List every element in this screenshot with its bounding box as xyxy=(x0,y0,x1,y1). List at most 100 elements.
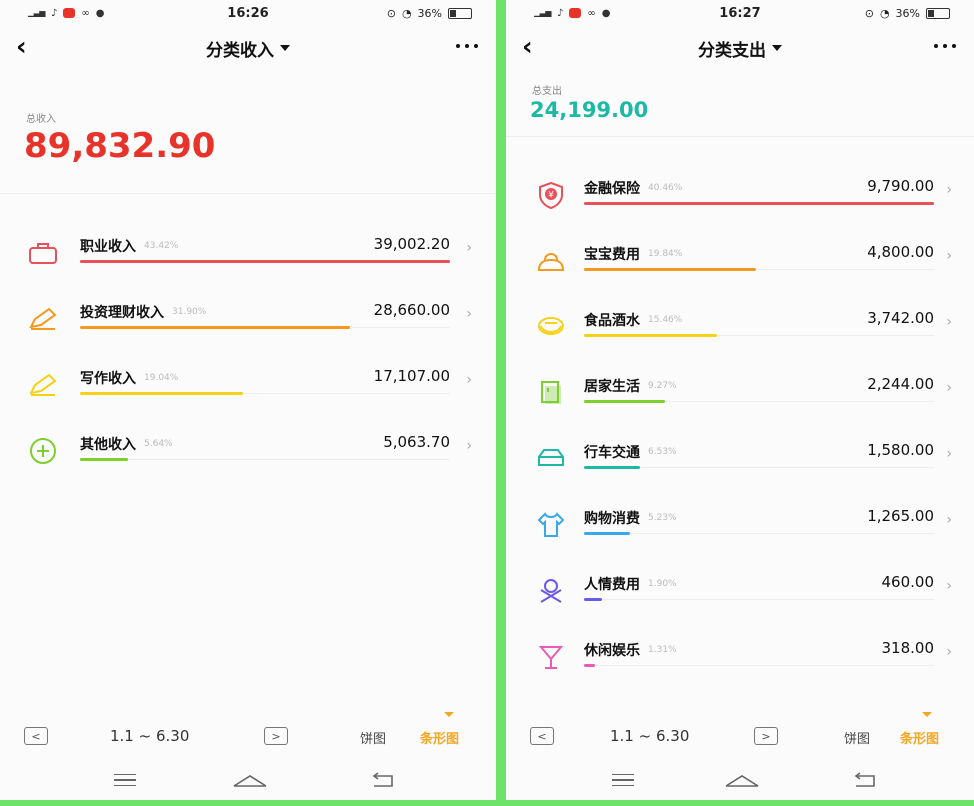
car-icon xyxy=(534,442,568,476)
category-amount: 318.00 xyxy=(881,639,935,657)
app-notification-icon xyxy=(63,8,76,18)
total-label: 总收入 xyxy=(26,114,56,125)
chevron-right-icon: › xyxy=(466,438,472,454)
category-name: 休闲娱乐 xyxy=(584,643,640,659)
chevron-right-icon: › xyxy=(466,372,472,388)
chevron-right-icon: › xyxy=(946,314,952,330)
shirt-icon xyxy=(534,508,568,542)
menu-icon[interactable] xyxy=(612,773,634,787)
category-amount: 28,660.00 xyxy=(373,301,450,319)
category-percent: 6.53% xyxy=(648,447,677,457)
category-amount: 1,580.00 xyxy=(867,441,934,459)
app-notification-icon xyxy=(569,8,582,18)
category-row[interactable]: 居家生活 9.27% 2,244.00 › xyxy=(506,366,974,432)
category-name: 宝宝费用 xyxy=(584,247,640,263)
category-percent: 19.04% xyxy=(144,373,179,383)
status-left-icons: ▁▃▅ ♪ ∞ ● xyxy=(28,8,104,19)
more-options-icon[interactable] xyxy=(456,44,478,48)
category-name: 人情费用 xyxy=(584,577,640,593)
expense-screen: ▁▃▅ ♪ ∞ ● 16:27 ⊙ ◔ 36% ‹ 分类支出 总支出 24,19… xyxy=(506,0,974,800)
shield-yen-icon: ¥ xyxy=(534,178,568,212)
status-time: 16:26 xyxy=(227,5,269,21)
system-nav xyxy=(0,760,496,800)
tiktok-icon: ♪ xyxy=(556,7,564,19)
alarm-icon: ⊙ xyxy=(386,6,396,20)
chevron-right-icon: › xyxy=(946,446,952,462)
book-icon xyxy=(534,376,568,410)
back-icon[interactable] xyxy=(852,770,878,790)
category-row[interactable]: 投资理财收入 31.90% 28,660.00 › xyxy=(0,292,496,358)
category-name: 写作收入 xyxy=(80,371,136,387)
nav-bar: ‹ 分类支出 xyxy=(506,26,974,70)
pie-chart-tab[interactable]: 饼图 xyxy=(844,728,870,747)
status-bar: ▁▃▅ ♪ ∞ ● 16:27 ⊙ ◔ 36% xyxy=(506,0,974,26)
chat-icon: ● xyxy=(95,7,105,19)
category-row[interactable]: 食品酒水 15.46% 3,742.00 › xyxy=(506,300,974,366)
category-percent: 5.23% xyxy=(648,513,677,523)
prev-period-button[interactable]: < xyxy=(24,727,48,745)
category-row[interactable]: 职业收入 43.42% 39,002.20 › xyxy=(0,226,496,292)
more-options-icon[interactable] xyxy=(934,44,956,48)
wifi-icon: ◔ xyxy=(879,6,890,20)
battery-icon xyxy=(926,7,950,19)
bar-chart-tab[interactable]: 条形图 xyxy=(900,728,939,747)
category-percent: 40.46% xyxy=(648,183,683,193)
page-title: 分类支出 xyxy=(698,40,766,61)
category-percent: 15.46% xyxy=(648,315,683,325)
category-row[interactable]: 行车交通 6.53% 1,580.00 › xyxy=(506,432,974,498)
category-amount: 2,244.00 xyxy=(867,375,934,393)
bowl-icon xyxy=(534,310,568,344)
chevron-right-icon: › xyxy=(946,182,952,198)
category-percent: 5.64% xyxy=(144,439,173,449)
total-value: 24,199.00 xyxy=(530,98,649,122)
menu-icon[interactable] xyxy=(114,773,136,787)
category-row[interactable]: 人情费用 1.90% 460.00 › xyxy=(506,564,974,630)
category-row[interactable]: ¥ 金融保险 40.46% 9,790.00 › xyxy=(506,168,974,234)
plus-circle-icon xyxy=(26,434,60,468)
category-name: 购物消费 xyxy=(584,511,640,527)
prev-period-button[interactable]: < xyxy=(530,727,554,745)
category-percent: 1.31% xyxy=(648,645,677,655)
back-arrow-icon[interactable]: ‹ xyxy=(16,34,27,60)
total-label: 总支出 xyxy=(532,86,562,97)
category-name: 食品酒水 xyxy=(584,313,640,329)
income-screen: ▁▃▅ ♪ ∞ ● 16:26 ⊙ ◔ 36% ‹ 分类收入 总收入 89,83… xyxy=(0,0,496,800)
category-amount: 460.00 xyxy=(881,573,935,591)
nav-bar: ‹ 分类收入 xyxy=(0,26,496,70)
alarm-icon: ⊙ xyxy=(864,6,874,20)
next-period-button[interactable]: > xyxy=(264,727,288,745)
bar-track xyxy=(80,459,450,460)
category-bar xyxy=(584,466,640,469)
tiktok-icon: ♪ xyxy=(50,7,58,19)
home-icon[interactable] xyxy=(232,770,268,790)
page-title-dropdown[interactable]: 分类收入 xyxy=(206,36,290,61)
category-row[interactable]: 购物消费 5.23% 1,265.00 › xyxy=(506,498,974,564)
page-title-dropdown[interactable]: 分类支出 xyxy=(698,36,782,61)
category-row[interactable]: 宝宝费用 19.84% 4,800.00 › xyxy=(506,234,974,300)
link-icon: ∞ xyxy=(587,7,596,19)
bar-track xyxy=(584,599,934,600)
chevron-right-icon: › xyxy=(946,248,952,264)
status-time: 16:27 xyxy=(719,5,761,21)
category-row[interactable]: 休闲娱乐 1.31% 318.00 › xyxy=(506,630,974,696)
battery-percent: 36% xyxy=(895,6,920,20)
bar-chart-tab[interactable]: 条形图 xyxy=(420,728,459,747)
category-row[interactable]: 其他收入 5.64% 5,063.70 › xyxy=(0,424,496,490)
category-percent: 9.27% xyxy=(648,381,677,391)
category-bar xyxy=(584,400,665,403)
cocktail-icon xyxy=(534,640,568,674)
category-amount: 3,742.00 xyxy=(867,309,934,327)
category-name: 行车交通 xyxy=(584,445,640,461)
category-bar xyxy=(80,260,450,263)
date-range: 1.1 ~ 6.30 xyxy=(610,727,690,745)
home-icon[interactable] xyxy=(724,770,760,790)
wifi-icon: ◔ xyxy=(401,6,412,20)
back-arrow-icon[interactable]: ‹ xyxy=(522,34,533,60)
pie-chart-tab[interactable]: 饼图 xyxy=(360,728,386,747)
category-row[interactable]: 写作收入 19.04% 17,107.00 › xyxy=(0,358,496,424)
next-period-button[interactable]: > xyxy=(754,727,778,745)
category-amount: 5,063.70 xyxy=(383,433,450,451)
back-icon[interactable] xyxy=(370,770,396,790)
category-bar xyxy=(584,664,595,667)
system-nav xyxy=(506,760,974,800)
